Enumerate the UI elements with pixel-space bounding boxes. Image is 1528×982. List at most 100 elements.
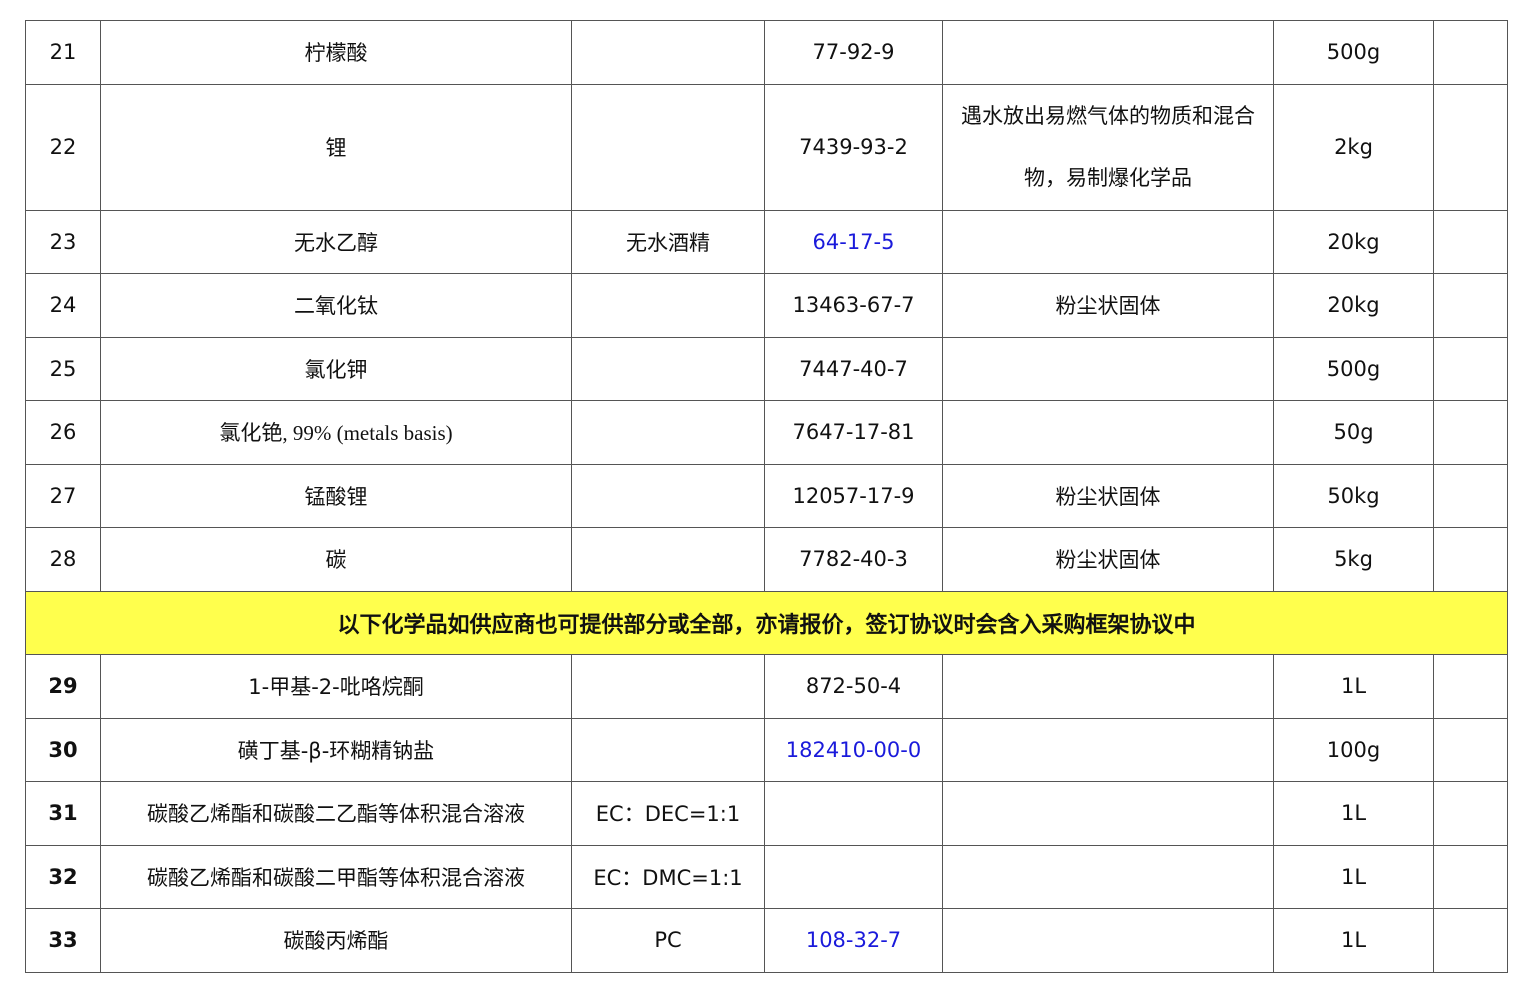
chemical-name: 二氧化钛 [100, 273, 572, 338]
chemical-alias [571, 717, 765, 782]
quantity: 50g [1273, 400, 1434, 465]
chemical-alias [571, 400, 765, 465]
quantity: 20kg [1273, 209, 1434, 274]
note-cell [1433, 20, 1508, 85]
row-number: 23 [25, 209, 101, 274]
hazard-class [942, 781, 1274, 846]
row-number: 33 [25, 908, 101, 973]
chemical-alias [571, 527, 765, 592]
hazard-class [942, 908, 1274, 973]
row-number: 28 [25, 527, 101, 592]
row-number: 32 [25, 844, 101, 909]
note-cell [1433, 463, 1508, 528]
chemical-name: 碳酸乙烯酯和碳酸二甲酯等体积混合溶液 [100, 844, 572, 909]
hazard-class: 遇水放出易燃气体的物质和混合物，易制爆化学品 [942, 83, 1274, 211]
chemical-alias [571, 654, 765, 719]
row-number: 30 [25, 717, 101, 782]
table-row: 33 碳酸丙烯酯 PC 108-32-7 1L [25, 908, 1508, 973]
cas-number: 7447-40-7 [764, 336, 943, 401]
quantity: 500g [1273, 336, 1434, 401]
table-row: 21 柠檬酸 77-92-9 500g [25, 20, 1508, 85]
note-cell [1433, 654, 1508, 719]
chemical-name: 锂 [100, 83, 572, 211]
row-number: 21 [25, 20, 101, 85]
quantity: 500g [1273, 20, 1434, 85]
table-row: 28 碳 7782-40-3 粉尘状固体 5kg [25, 527, 1508, 592]
note-cell [1433, 400, 1508, 465]
table-row: 25 氯化钾 7447-40-7 500g [25, 336, 1508, 401]
cas-number: 7647-17-81 [764, 400, 943, 465]
cas-number: 77-92-9 [764, 20, 943, 85]
chemical-alias [571, 273, 765, 338]
row-number: 31 [25, 781, 101, 846]
chemical-name: 1-甲基-2-吡咯烷酮 [100, 654, 572, 719]
chemical-name: 碳酸丙烯酯 [100, 908, 572, 973]
cas-number: 12057-17-9 [764, 463, 943, 528]
cas-number [764, 844, 943, 909]
cas-number [764, 781, 943, 846]
cas-number: 872-50-4 [764, 654, 943, 719]
chemical-name: 柠檬酸 [100, 20, 572, 85]
hazard-class [942, 717, 1274, 782]
chemical-alias: EC：DMC=1:1 [571, 844, 765, 909]
hazard-class [942, 336, 1274, 401]
quantity: 50kg [1273, 463, 1434, 528]
cas-number: 13463-67-7 [764, 273, 943, 338]
row-number: 22 [25, 83, 101, 211]
cas-number: 7439-93-2 [764, 83, 943, 211]
note-cell [1433, 908, 1508, 973]
quantity: 100g [1273, 717, 1434, 782]
hazard-class [942, 400, 1274, 465]
cas-number-link[interactable]: 182410-00-0 [764, 717, 943, 782]
row-number: 27 [25, 463, 101, 528]
chemical-name: 碳 [100, 527, 572, 592]
note-cell [1433, 273, 1508, 338]
table-row: 31 碳酸乙烯酯和碳酸二乙酯等体积混合溶液 EC：DEC=1:1 1L [25, 781, 1508, 846]
notice-banner: 以下化学品如供应商也可提供部分或全部，亦请报价，签订协议时会含入采购框架协议中 [25, 590, 1508, 655]
chemical-alias: PC [571, 908, 765, 973]
row-number: 24 [25, 273, 101, 338]
chemical-alias [571, 20, 765, 85]
quantity: 1L [1273, 908, 1434, 973]
table-row: 26 氯化铯, 99% (metals basis) 7647-17-81 50… [25, 400, 1508, 465]
quantity: 1L [1273, 844, 1434, 909]
chemical-alias [571, 336, 765, 401]
chemical-alias [571, 83, 765, 211]
table-row: 22 锂 7439-93-2 遇水放出易燃气体的物质和混合物，易制爆化学品 2k… [25, 83, 1508, 211]
quantity: 1L [1273, 781, 1434, 846]
note-cell [1433, 717, 1508, 782]
hazard-class [942, 209, 1274, 274]
quantity: 20kg [1273, 273, 1434, 338]
hazard-class: 粉尘状固体 [942, 527, 1274, 592]
notice-row: 以下化学品如供应商也可提供部分或全部，亦请报价，签订协议时会含入采购框架协议中 [25, 590, 1508, 655]
cas-number-link[interactable]: 64-17-5 [764, 209, 943, 274]
chemical-alias [571, 463, 765, 528]
chemical-name: 磺丁基-β-环糊精钠盐 [100, 717, 572, 782]
note-cell [1433, 781, 1508, 846]
table-row: 29 1-甲基-2-吡咯烷酮 872-50-4 1L [25, 654, 1508, 719]
hazard-class [942, 20, 1274, 85]
note-cell [1433, 527, 1508, 592]
quantity: 5kg [1273, 527, 1434, 592]
note-cell [1433, 83, 1508, 211]
chemical-name: 氯化钾 [100, 336, 572, 401]
hazard-class: 粉尘状固体 [942, 273, 1274, 338]
table-row: 27 锰酸锂 12057-17-9 粉尘状固体 50kg [25, 463, 1508, 528]
cas-number: 7782-40-3 [764, 527, 943, 592]
chemical-name: 氯化铯, 99% (metals basis) [100, 400, 572, 465]
table-row: 30 磺丁基-β-环糊精钠盐 182410-00-0 100g [25, 717, 1508, 782]
chemical-name: 碳酸乙烯酯和碳酸二乙酯等体积混合溶液 [100, 781, 572, 846]
chemicals-table: 21 柠檬酸 77-92-9 500g 22 锂 7439-93-2 遇水放出易… [25, 20, 1508, 973]
row-number: 26 [25, 400, 101, 465]
chemical-alias: 无水酒精 [571, 209, 765, 274]
chemical-name: 无水乙醇 [100, 209, 572, 274]
cas-number-link[interactable]: 108-32-7 [764, 908, 943, 973]
hazard-class [942, 654, 1274, 719]
note-cell [1433, 336, 1508, 401]
chemical-name: 锰酸锂 [100, 463, 572, 528]
table-row: 23 无水乙醇 无水酒精 64-17-5 20kg [25, 209, 1508, 274]
note-cell [1433, 209, 1508, 274]
note-cell [1433, 844, 1508, 909]
row-number: 25 [25, 336, 101, 401]
chemical-alias: EC：DEC=1:1 [571, 781, 765, 846]
